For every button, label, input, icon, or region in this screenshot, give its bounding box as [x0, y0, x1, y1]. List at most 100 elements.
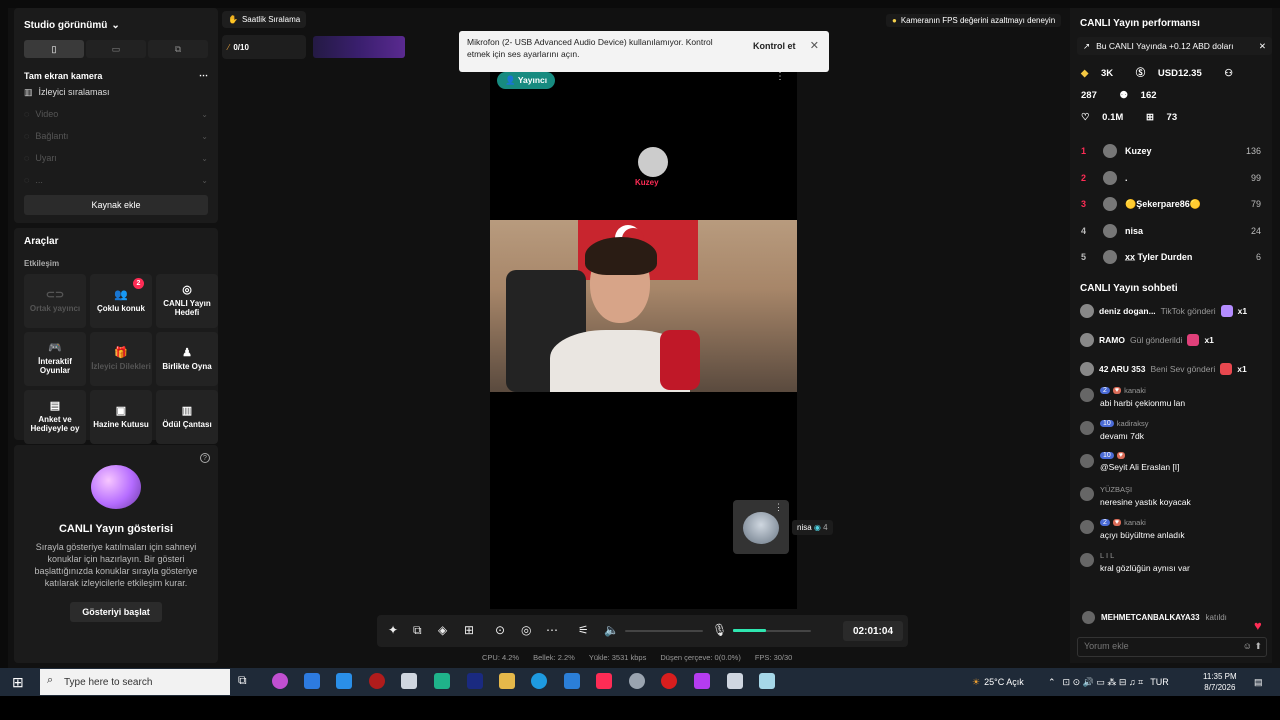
ranking-row[interactable]: 1 Kuzey 136	[1081, 138, 1261, 165]
chat-user[interactable]: L I L	[1100, 551, 1114, 560]
app-icon[interactable]	[759, 673, 775, 689]
tool-gift[interactable]: 🎁 İzleyici Dilekleri	[90, 332, 152, 386]
tool-play-together[interactable]: ♟ Birlikte Oyna	[156, 332, 218, 386]
magic-wand-icon[interactable]: ✦	[388, 623, 398, 637]
clock[interactable]: 11:35 PM 8/7/2026	[1203, 671, 1237, 693]
tool-poll[interactable]: ▤ Anket ve Hediyeyle oy	[24, 390, 86, 444]
promo-banner[interactable]	[313, 36, 405, 58]
avatar[interactable]	[1080, 421, 1094, 435]
landscape-button[interactable]: ▭	[86, 40, 146, 58]
goal-progress-label: 0/10	[233, 42, 249, 52]
ranking-row[interactable]: 4 nisa 24	[1081, 218, 1261, 245]
chevron-down-icon: ⌄	[201, 153, 208, 163]
landscape-icon: ▭	[111, 43, 121, 54]
chat-user[interactable]: YÜZBAŞI	[1100, 485, 1132, 494]
mail-icon[interactable]	[336, 673, 352, 689]
camera-source-header[interactable]: Tam ekran kamera ⋯	[24, 70, 208, 81]
volume-icon[interactable]: 🔈	[604, 623, 619, 637]
metric-viewers: 162	[1140, 90, 1157, 101]
tiktok-studio-icon[interactable]	[694, 673, 710, 689]
app-icon[interactable]	[401, 673, 417, 689]
tool-target[interactable]: ◎ CANLI Yayın Hedefi	[156, 274, 218, 328]
notification-icon[interactable]: ▤	[1254, 668, 1263, 696]
add-source-button[interactable]: Kaynak ekle	[24, 195, 208, 215]
split-button[interactable]: ⧉	[148, 40, 208, 58]
avatar[interactable]	[1080, 454, 1094, 468]
close-icon[interactable]: ✕	[1259, 41, 1266, 52]
tool-users[interactable]: 👥 Çoklu konuk 2	[90, 274, 152, 328]
avatar[interactable]	[1080, 388, 1094, 402]
hand-icon: ✋	[228, 15, 238, 24]
store-icon[interactable]	[304, 673, 320, 689]
close-icon[interactable]: ✕	[810, 39, 819, 54]
ranking-row[interactable]: 5 x̲x̲ Tyler Durden 6	[1081, 244, 1261, 271]
system-tray[interactable]: ⌃ ⊡ ⊙ 🔊 ▭ ⁂ ⊟ ♫ ⌗ TUR	[1048, 668, 1169, 696]
tiktok-icon[interactable]	[596, 673, 612, 689]
add-scene-icon[interactable]: ⊞	[464, 623, 474, 637]
tool-bag[interactable]: ▥ Ödül Çantası	[156, 390, 218, 444]
screen-share-icon[interactable]: ⧉	[413, 623, 422, 638]
effects-icon[interactable]: ◎	[521, 623, 531, 637]
copilot-icon[interactable]	[272, 673, 288, 689]
chat-user[interactable]: kadiraksy	[1117, 419, 1149, 428]
toast-check-button[interactable]: Kontrol et	[753, 40, 796, 53]
hourly-ranking-pill[interactable]: ✋ Saatlik Sıralama	[222, 11, 307, 28]
app-icon[interactable]	[369, 673, 385, 689]
app-icon[interactable]	[434, 673, 450, 689]
chrome-icon[interactable]	[629, 673, 645, 689]
weather[interactable]: ☀ 25°C Açık	[972, 668, 1024, 696]
emoji-send-icons[interactable]: ☺ ⬆	[1243, 641, 1262, 652]
ai-icon[interactable]: ◈	[438, 623, 447, 637]
fan-badge: ♥	[1112, 519, 1122, 526]
guest-avatar[interactable]	[638, 147, 668, 177]
level-badge: 10	[1100, 420, 1114, 427]
tool-treasure[interactable]: ▣ Hazine Kutusu	[90, 390, 152, 444]
bag-icon: ▥	[181, 404, 193, 417]
portrait-button[interactable]: ▯	[24, 40, 84, 58]
more-icon[interactable]: ⋯	[546, 623, 558, 637]
app-icon[interactable]	[661, 673, 677, 689]
source-item[interactable]: ◌ Video ⌄	[24, 103, 208, 125]
file-explorer-icon[interactable]	[499, 673, 515, 689]
app-icon[interactable]	[564, 673, 580, 689]
hourly-ranking-label: Saatlik Sıralama	[241, 15, 301, 24]
tool-gamepad[interactable]: 🎮 İnteraktif Oyunlar	[24, 332, 86, 386]
studio-view-dropdown[interactable]: Studio görünümü ⌄	[24, 16, 208, 34]
avatar[interactable]	[1080, 487, 1094, 501]
ranking-row[interactable]: 3 🟡Şekerpare86🟡 79	[1081, 191, 1261, 218]
chat-user[interactable]: kanaki	[1124, 518, 1146, 527]
stat-fps: FPS: 30/30	[754, 653, 793, 662]
edge-icon[interactable]	[531, 673, 547, 689]
avatar[interactable]	[1080, 520, 1094, 534]
pip-count: 4	[823, 523, 828, 532]
microphone-icon[interactable]: 🎙	[712, 623, 727, 637]
chevron-down-icon: ⌄	[111, 19, 120, 31]
ranking-row[interactable]: 2. 99	[1081, 165, 1261, 192]
source-item[interactable]: ◌ Uyarı ⌄	[24, 147, 208, 169]
app-icon[interactable]	[467, 673, 483, 689]
chat-user[interactable]: kanaki	[1124, 386, 1146, 395]
stream-menu-icon[interactable]: ⋮	[775, 71, 785, 82]
source-item[interactable]: ▥ İzleyici sıralaması	[24, 81, 208, 103]
more-icon[interactable]: ⋯	[199, 70, 208, 81]
settings-sliders-icon[interactable]: ⚟	[578, 623, 589, 637]
source-item[interactable]: ◌... ⌄	[24, 169, 208, 191]
record-icon[interactable]: ⊙	[495, 623, 505, 637]
app-icon[interactable]	[727, 673, 743, 689]
chat-message-body: YÜZBAŞI neresine yastık koyacak	[1100, 485, 1191, 518]
volume-slider[interactable]	[625, 630, 703, 632]
tools-grid: ⊂⊃ Ortak yayıncı 👥 Çoklu konuk 2 ◎ CANLI Yayın…	[24, 274, 218, 444]
guest-pip[interactable]: ⋮	[733, 500, 789, 554]
windows-start-icon[interactable]: ⊞	[12, 674, 28, 690]
goal-progress[interactable]: ⁄ 0/10	[222, 35, 306, 59]
camera-title: Tam ekran kamera	[24, 70, 103, 81]
avatar[interactable]	[1080, 553, 1094, 567]
help-icon[interactable]: ?	[200, 453, 210, 463]
pip-menu-icon[interactable]: ⋮	[774, 502, 783, 513]
task-view-icon[interactable]: ⧉	[238, 673, 254, 689]
start-show-button[interactable]: Gösteriyi başlat	[70, 601, 162, 622]
source-item[interactable]: ◌ Bağlantı ⌄	[24, 125, 208, 147]
comment-input[interactable]: Yorum ekle ☺ ⬆	[1077, 637, 1267, 657]
tool-link[interactable]: ⊂⊃ Ortak yayıncı	[24, 274, 86, 328]
taskbar-search[interactable]: ⌕ Type here to search	[40, 669, 230, 695]
